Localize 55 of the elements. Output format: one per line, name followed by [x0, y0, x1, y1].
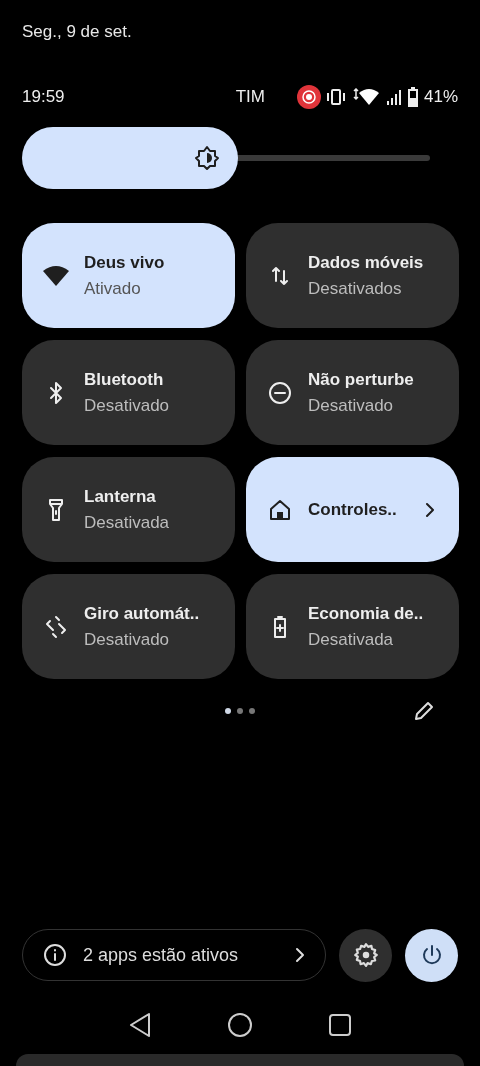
arrows-icon — [272, 264, 288, 287]
quick-settings-tile[interactable]: Não perturbe Desativado — [246, 340, 459, 445]
battery-percent-text: 41% — [423, 87, 458, 107]
page-dot[interactable] — [249, 708, 255, 714]
tile-title: Lanterna — [84, 486, 157, 507]
tile-status: Desativada — [84, 512, 171, 533]
clock-text: 19:59 — [22, 87, 66, 107]
tile-status: Ativado — [84, 278, 142, 299]
power-button[interactable] — [405, 928, 458, 982]
quick-settings-tile[interactable]: Economia de.. Desativada — [246, 574, 459, 679]
vibrate-icon — [325, 88, 346, 106]
tile-title: Bluetooth — [84, 369, 165, 390]
settings-icon — [352, 942, 379, 968]
quick-settings-tile[interactable]: Controles.. — [246, 457, 459, 562]
tile-status: Desativado — [84, 629, 171, 650]
tile-status: Desativado — [308, 395, 395, 416]
tile-title: Giro automát.. — [84, 603, 201, 624]
signal-icon — [385, 89, 402, 105]
rotate-icon — [44, 614, 68, 639]
quick-settings-tile[interactable]: Bluetooth Desativado — [22, 340, 235, 445]
tile-status: Desativada — [308, 629, 395, 650]
flashlight-icon — [48, 497, 64, 522]
battery-icon — [406, 87, 419, 107]
quick-settings-tile[interactable]: Dados móveis Desativados — [246, 223, 459, 328]
quick-settings-tile[interactable]: Giro automát.. Desativado — [22, 574, 235, 679]
wifi-icon — [350, 88, 381, 106]
minus-circle-icon — [268, 380, 292, 405]
date-text: Seg., 9 de set. — [21, 21, 133, 43]
carrier-text: TIM — [235, 87, 265, 107]
tile-title: Não perturbe — [308, 369, 415, 390]
back-icon[interactable] — [127, 1012, 152, 1038]
bluetooth-icon — [49, 380, 63, 405]
info-icon — [43, 943, 67, 967]
tile-title: Controles.. — [308, 499, 398, 520]
wifi-icon — [42, 264, 70, 287]
tile-title: Economia de.. — [308, 603, 425, 624]
recents-icon[interactable] — [328, 1013, 353, 1037]
page-dot[interactable] — [225, 708, 231, 714]
chevron-icon — [295, 947, 305, 963]
edit-icon[interactable] — [413, 700, 435, 722]
active-apps-text: 2 apps estão ativos — [83, 944, 240, 966]
settings-button[interactable] — [339, 928, 392, 982]
battery-icon — [273, 614, 287, 639]
home-icon — [269, 498, 291, 521]
tile-title: Deus vivo — [84, 252, 166, 273]
brightness-icon — [194, 145, 221, 171]
quick-settings-tile[interactable]: Deus vivo Ativado — [22, 223, 235, 328]
home-icon[interactable] — [227, 1012, 253, 1038]
page-dot[interactable] — [237, 708, 243, 714]
tile-status: Desativados — [308, 278, 403, 299]
brightness-slider[interactable] — [22, 127, 430, 189]
recording-icon — [296, 85, 321, 109]
tile-title: Dados móveis — [308, 252, 425, 273]
tile-status: Desativado — [84, 395, 171, 416]
quick-settings-tile[interactable]: Lanterna Desativada — [22, 457, 235, 562]
